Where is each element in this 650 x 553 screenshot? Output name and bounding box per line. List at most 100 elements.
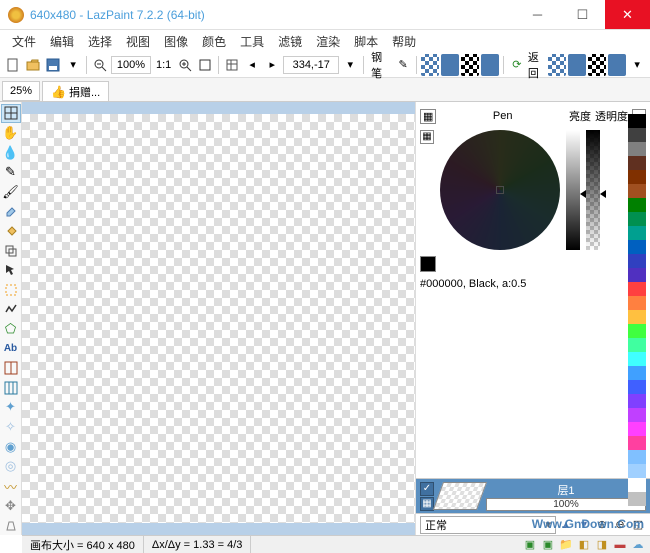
- hand-icon[interactable]: ✋: [1, 124, 21, 143]
- palette-swatch[interactable]: [628, 450, 646, 464]
- canvas-checker[interactable]: [22, 114, 415, 523]
- canvas-area[interactable]: [22, 102, 415, 535]
- palette-swatch[interactable]: [628, 492, 646, 506]
- swatch3-icon[interactable]: [568, 54, 586, 76]
- nav-right-icon[interactable]: ▸: [263, 54, 281, 76]
- menu-tools[interactable]: 工具: [234, 31, 270, 52]
- menu-select[interactable]: 选择: [82, 31, 118, 52]
- palette-swatch[interactable]: [628, 226, 646, 240]
- maximize-button[interactable]: ☐: [560, 0, 605, 29]
- palette-swatch[interactable]: [628, 478, 646, 492]
- sparkle2-icon[interactable]: ✧: [1, 418, 21, 437]
- layer-visible-icon[interactable]: ✓: [420, 482, 434, 496]
- menu-render[interactable]: 渲染: [310, 31, 346, 52]
- menu-image[interactable]: 图像: [158, 31, 194, 52]
- palette-swatch[interactable]: [628, 408, 646, 422]
- menu-edit[interactable]: 编辑: [44, 31, 80, 52]
- checker2-icon[interactable]: [461, 54, 479, 76]
- swatch1-icon[interactable]: [441, 54, 459, 76]
- palette-swatch[interactable]: [628, 380, 646, 394]
- clone-icon[interactable]: [1, 241, 21, 260]
- menu-file[interactable]: 文件: [6, 31, 42, 52]
- move-icon[interactable]: ✥: [1, 497, 21, 516]
- palette-swatch[interactable]: [628, 352, 646, 366]
- open-file-icon[interactable]: [24, 54, 42, 76]
- status-icon-1[interactable]: ▣: [522, 537, 538, 553]
- palette-swatch[interactable]: [628, 268, 646, 282]
- polyline-icon[interactable]: [1, 300, 21, 319]
- palette-swatch[interactable]: [628, 394, 646, 408]
- sparkle-icon[interactable]: ✦: [1, 398, 21, 417]
- zoom-fit-icon[interactable]: [196, 54, 214, 76]
- status-icon-3[interactable]: ◧: [576, 537, 592, 553]
- palette-swatch[interactable]: [628, 422, 646, 436]
- menu-view[interactable]: 视图: [120, 31, 156, 52]
- palette-swatch[interactable]: [628, 436, 646, 450]
- eraser-icon[interactable]: [1, 202, 21, 221]
- dropdown-icon[interactable]: ▾: [64, 54, 82, 76]
- palette-swatch[interactable]: [628, 338, 646, 352]
- palette-swatch[interactable]: [628, 366, 646, 380]
- zoom-input[interactable]: [111, 56, 151, 74]
- minimize-button[interactable]: ─: [515, 0, 560, 29]
- zoom-in-icon[interactable]: [176, 54, 194, 76]
- palette-swatch[interactable]: [628, 464, 646, 478]
- checker3-icon[interactable]: [548, 54, 566, 76]
- arrow-icon[interactable]: [1, 261, 21, 280]
- palette-swatch[interactable]: [628, 170, 646, 184]
- opacity-slider[interactable]: [586, 130, 600, 250]
- zoom-percent[interactable]: 25%: [2, 81, 40, 101]
- palette-swatch[interactable]: [628, 198, 646, 212]
- color-tab-icon[interactable]: ▦: [420, 109, 436, 124]
- current-color-swatch[interactable]: [420, 256, 436, 272]
- checker4-icon[interactable]: [588, 54, 606, 76]
- color-picker-icon[interactable]: 💧: [1, 143, 21, 162]
- new-file-icon[interactable]: [4, 54, 22, 76]
- swatch4-icon[interactable]: [608, 54, 626, 76]
- undo-label[interactable]: 返回: [528, 49, 546, 81]
- palette-swatch[interactable]: [628, 156, 646, 170]
- deform-icon[interactable]: 〰: [1, 477, 21, 496]
- status-icon-2[interactable]: ▣: [540, 537, 556, 553]
- grid-toggle-icon[interactable]: [223, 54, 241, 76]
- palette-swatch[interactable]: [628, 310, 646, 324]
- coords-input[interactable]: [283, 56, 339, 74]
- rect-select-icon[interactable]: [1, 281, 21, 300]
- light-icon[interactable]: ◉: [1, 437, 21, 456]
- shape-icon[interactable]: ⬠: [1, 320, 21, 339]
- palette-swatch[interactable]: [628, 282, 646, 296]
- layer-row[interactable]: ✓ ▦ 层1 100%: [416, 479, 650, 513]
- palette-swatch[interactable]: [628, 142, 646, 156]
- menu-filter[interactable]: 滤镜: [272, 31, 308, 52]
- lightness-slider[interactable]: [566, 130, 580, 250]
- save-file-icon[interactable]: [44, 54, 62, 76]
- palette-swatch[interactable]: [628, 296, 646, 310]
- pen-icon[interactable]: ✎: [1, 163, 21, 182]
- light2-icon[interactable]: ◎: [1, 457, 21, 476]
- palette-swatch[interactable]: [628, 254, 646, 268]
- text-icon[interactable]: Ab: [1, 339, 21, 358]
- perspective-icon[interactable]: [1, 516, 21, 535]
- color-wheel[interactable]: [440, 130, 560, 250]
- layer-grid-icon[interactable]: ▦: [420, 497, 434, 511]
- palette-swatch[interactable]: [628, 212, 646, 226]
- menu-color[interactable]: 颜色: [196, 31, 232, 52]
- close-button[interactable]: ✕: [605, 0, 650, 29]
- status-folder-icon[interactable]: 📁: [558, 537, 574, 553]
- grid-icon[interactable]: [1, 104, 21, 123]
- coords-dropdown-icon[interactable]: ▾: [341, 54, 359, 76]
- checker1-icon[interactable]: [421, 54, 439, 76]
- palette-swatch[interactable]: [628, 128, 646, 142]
- status-icon-6[interactable]: ☁: [630, 537, 646, 553]
- palette-swatch[interactable]: [628, 114, 646, 128]
- palette-swatch[interactable]: [628, 240, 646, 254]
- status-icon-5[interactable]: ▬: [612, 537, 628, 553]
- flood-fill-icon[interactable]: [1, 222, 21, 241]
- status-icon-4[interactable]: ◨: [594, 537, 610, 553]
- brush-icon[interactable]: 🖌: [1, 182, 21, 201]
- nav-left-icon[interactable]: ◂: [243, 54, 261, 76]
- color-sub-icon[interactable]: ▦: [420, 130, 434, 144]
- pen-shape-icon[interactable]: ✎: [394, 54, 412, 76]
- layer-opacity[interactable]: 100%: [486, 498, 646, 511]
- palette-swatch[interactable]: [628, 184, 646, 198]
